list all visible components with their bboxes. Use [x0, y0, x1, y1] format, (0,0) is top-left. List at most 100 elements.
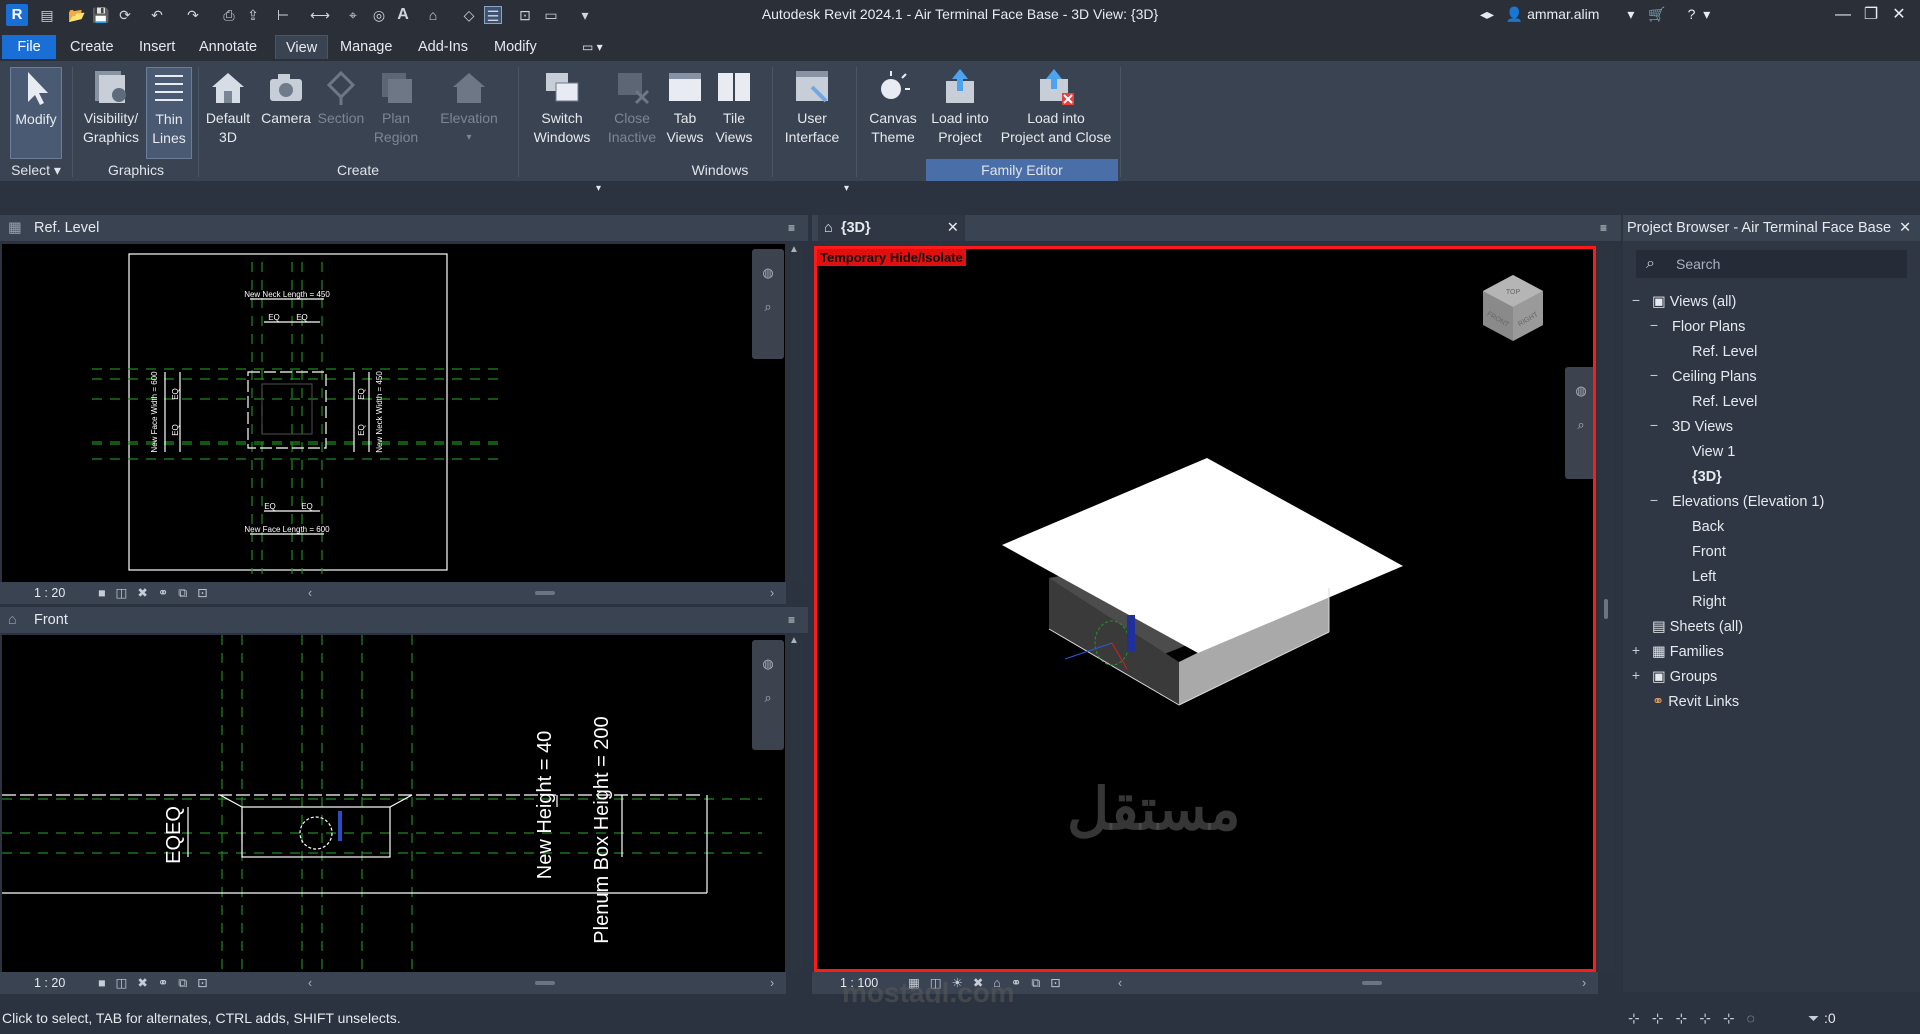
close-inactive-button[interactable]: Close Inactive [606, 67, 658, 147]
user-interface-button[interactable]: User Interface [780, 67, 844, 147]
zoom-icon[interactable]: ⌕ [752, 690, 784, 706]
qat-customize-icon[interactable]: ▾ [576, 6, 594, 24]
tree-families[interactable]: ▦ Families [1652, 642, 1724, 662]
home-icon[interactable]: ⌂ [424, 6, 442, 24]
tree-3d-current[interactable]: {3D} [1692, 467, 1722, 487]
thin-lines-qat-icon[interactable]: ☰ [484, 6, 502, 24]
navigation-bar[interactable]: ◍ ⌕ [752, 249, 784, 359]
user-name[interactable]: ammar.alim [1527, 6, 1599, 22]
tab-modify[interactable]: Modify [484, 35, 547, 59]
canvas-theme-button[interactable]: Canvas Theme [862, 67, 924, 147]
revit-logo-icon[interactable]: R [6, 4, 28, 26]
signin-icon[interactable]: ◂▸ [1480, 6, 1494, 22]
3d-view-icon[interactable]: ◎ [370, 6, 388, 24]
plan-region-button[interactable]: Plan Region [370, 67, 422, 147]
visibility-graphics-button[interactable]: Visibility/ Graphics [78, 67, 144, 147]
view-control-icons[interactable]: ■◫✖⚭⧉⊡ [98, 582, 218, 604]
view-control-icons[interactable]: ■◫✖⚭⧉⊡ [98, 972, 218, 994]
tree-floor-plans[interactable]: Floor Plans [1672, 317, 1745, 337]
tile-views-button[interactable]: Tile Views [710, 67, 758, 147]
tree-elevation-left[interactable]: Left [1692, 567, 1716, 587]
horizontal-scroll-thumb[interactable] [1362, 981, 1382, 985]
camera-button[interactable]: Camera [258, 67, 314, 128]
open-icon[interactable]: 📂 [68, 6, 86, 24]
modify-button[interactable]: Modify [10, 67, 62, 159]
navigation-bar[interactable]: ◍ ⌕ [1565, 367, 1593, 479]
zoom-icon[interactable]: ⌕ [752, 299, 784, 315]
horizontal-scroll-thumb[interactable] [535, 591, 555, 595]
view-menu-icon[interactable]: ≡ [788, 607, 795, 633]
selection-filter-icons[interactable]: ⊹⊹⊹⊹⊹◌ [1628, 1006, 1767, 1030]
tab-manage[interactable]: Manage [330, 35, 402, 59]
default-3d-button[interactable]: Default 3D [200, 67, 256, 147]
project-browser-search-input[interactable]: ⌕ Search [1636, 250, 1907, 278]
steering-wheel-icon[interactable]: ◍ [752, 265, 784, 281]
scroll-left-icon[interactable]: ‹ [308, 582, 312, 604]
load-into-project-button[interactable]: Load into Project [924, 67, 996, 147]
minimize-button[interactable]: — [1830, 4, 1856, 26]
3d-canvas[interactable]: Temporary Hide/Isolate TOP FRONT RIGHT م… [814, 246, 1596, 972]
close-window-button[interactable]: ✕ [1886, 4, 1912, 26]
tree-views-all[interactable]: ▣ Views (all) [1652, 292, 1736, 312]
maximize-button[interactable]: ❐ [1858, 4, 1884, 26]
tab-create[interactable]: Create [60, 35, 124, 59]
tree-ceiling-plan-ref-level[interactable]: Ref. Level [1692, 392, 1757, 412]
undo-icon[interactable]: ↶ [148, 6, 166, 24]
front-vertical-scrollbar[interactable]: ▲ [786, 635, 802, 972]
scroll-left-icon[interactable]: ‹ [1118, 972, 1122, 994]
tree-view-1[interactable]: View 1 [1692, 442, 1735, 462]
export-icon[interactable]: ⇪ [244, 6, 262, 24]
tab-annotate[interactable]: Annotate [189, 35, 267, 59]
tab-add-ins[interactable]: Add-Ins [408, 35, 478, 59]
tab-insert[interactable]: Insert [129, 35, 185, 59]
switch-windows-icon[interactable]: ▭ [542, 6, 560, 24]
collapse-elevations-toggle[interactable]: − [1648, 492, 1660, 508]
front-canvas[interactable]: EQEQ New Height = 40 Plenum Box Height =… [2, 635, 785, 972]
front-view-header[interactable]: ⌂ Front ≡ [0, 607, 808, 633]
collapse-views-toggle[interactable]: − [1630, 292, 1642, 308]
switch-windows-button[interactable]: Switch Windows [528, 67, 596, 147]
print-icon[interactable]: ⎙ [220, 6, 238, 24]
expand-families-toggle[interactable]: + [1630, 642, 1642, 658]
ref-level-canvas[interactable]: New Neck Length = 450 EQ EQ EQ EQ New Fa… [2, 244, 785, 582]
horizontal-scroll-thumb[interactable] [535, 981, 555, 985]
tree-elevation-right[interactable]: Right [1692, 592, 1726, 612]
dimension-icon[interactable]: ⟷ [310, 6, 330, 24]
tag-icon[interactable]: ⌖ [344, 6, 362, 24]
user-dropdown-icon[interactable]: ▾ [1627, 6, 1634, 22]
tab-view[interactable]: View [275, 35, 329, 59]
section-icon[interactable]: ◇ [460, 6, 478, 24]
user-interface-dropdown-icon[interactable]: ▾ [844, 183, 849, 194]
steering-wheel-icon[interactable]: ◍ [1565, 383, 1593, 399]
close-tab-icon[interactable]: ✕ [947, 220, 959, 236]
thin-lines-button[interactable]: Thin Lines [146, 67, 192, 159]
expand-groups-toggle[interactable]: + [1630, 667, 1642, 683]
elevation-button[interactable]: Elevation ▾ [432, 67, 506, 147]
measure-icon[interactable]: ⊢ [274, 6, 292, 24]
tree-elevation-back[interactable]: Back [1692, 517, 1724, 537]
filter-icon[interactable]: ⏷ [1808, 1006, 1819, 1030]
panel-select[interactable]: Select ▾ [0, 159, 72, 181]
scroll-up-icon[interactable]: ▲ [786, 635, 802, 646]
zoom-icon[interactable]: ⌕ [1565, 417, 1593, 433]
steering-wheel-icon[interactable]: ◍ [752, 656, 784, 672]
ref-level-view-header[interactable]: ▦ Ref. Level ≡ [0, 215, 808, 241]
tree-groups[interactable]: ▣ Groups [1652, 667, 1717, 687]
close-project-browser-icon[interactable]: ✕ [1899, 215, 1911, 241]
view-menu-icon[interactable]: ≡ [788, 215, 795, 241]
load-into-project-close-button[interactable]: Load into Project and Close [996, 67, 1116, 147]
text-icon[interactable]: A [394, 6, 412, 24]
3d-view-header[interactable]: ⌂ {3D} ✕ ≡ [812, 215, 1621, 241]
redo-icon[interactable]: ↷ [184, 6, 202, 24]
tree-elevations[interactable]: Elevations (Elevation 1) [1672, 492, 1824, 512]
tree-ceiling-plans[interactable]: Ceiling Plans [1672, 367, 1757, 387]
ref-level-vertical-scrollbar[interactable]: ▲ [786, 244, 802, 582]
ribbon-options-icon[interactable]: ▭ ▾ [572, 35, 613, 59]
tab-views-button[interactable]: Tab Views [660, 67, 710, 147]
3d-view-tab[interactable]: ⌂ {3D} ✕ [818, 215, 965, 241]
view-menu-icon[interactable]: ≡ [1600, 215, 1607, 241]
scroll-right-icon[interactable]: › [770, 582, 774, 604]
scroll-right-icon[interactable]: › [1582, 972, 1586, 994]
tree-floor-plan-ref-level[interactable]: Ref. Level [1692, 342, 1757, 362]
scroll-right-icon[interactable]: › [770, 972, 774, 994]
